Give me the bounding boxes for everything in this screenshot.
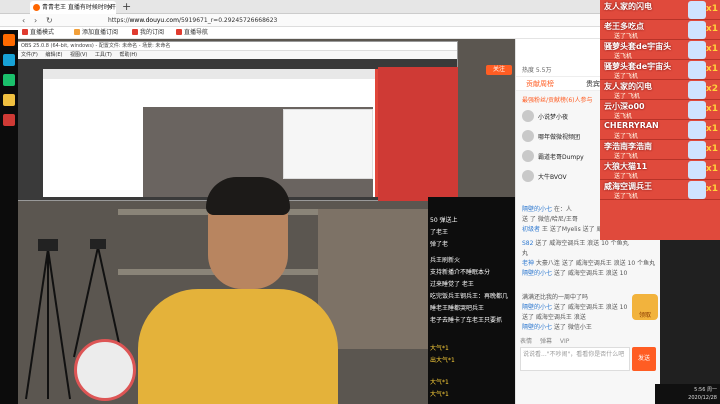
gift-icon <box>688 81 706 99</box>
chat-message: 丸 <box>522 250 529 257</box>
gift-banner: 云小深o00 送飞机 x1 <box>600 100 720 120</box>
viewer-count: 热度 5.5万 <box>522 67 552 74</box>
obs-menu: 文件(F) 编辑(E) 视图(V) 工具(T) 帮助(H) <box>18 51 457 59</box>
chat-message: 老神 大豪八连 送了 威海空调兵王 浪送 10 个鱼丸 <box>522 260 656 267</box>
gift-banner: CHERRYRAN 送了飞机 x1 <box>600 120 720 140</box>
game-icon[interactable] <box>3 114 15 126</box>
page-content: OBS 25.0.8 (64-bit, windows) - 配置文件: 未命名… <box>18 39 660 404</box>
bookmark-icon <box>74 29 80 35</box>
gift-banner: 李浩南李浩南 送了飞机 x1 <box>600 140 720 160</box>
bookmark-icon <box>22 29 28 35</box>
gift-banner: 友人家的闪电 送了 飞机 x2 <box>600 80 720 100</box>
browser-icon[interactable] <box>3 54 15 66</box>
echo-gift-column <box>378 67 458 201</box>
browser-tab[interactable]: 青青老王 直播有时候时时开 × <box>30 1 116 14</box>
chat-input[interactable]: 说说看..."不吵闹"，看看你是否什么吧 <box>520 347 630 371</box>
bookmark-icon <box>176 29 182 35</box>
tab-weekly-rank[interactable]: 贡献周榜 <box>526 79 554 89</box>
danmaku-line: 大气*1 <box>430 379 449 386</box>
refresh-icon[interactable]: ↻ <box>46 15 53 26</box>
inner-tabbar <box>43 69 423 79</box>
danmaku-line: 50 弹送上 <box>430 217 458 224</box>
folder-icon[interactable] <box>3 94 15 106</box>
back-icon[interactable]: ‹ <box>22 15 25 26</box>
danmaku-line: 吃完饭兵王钢兵王：再晚都几 <box>430 293 509 300</box>
gift-icon <box>688 21 706 39</box>
bookmark-icon <box>132 29 138 35</box>
danmaku-line: 了老王 <box>430 229 449 236</box>
bookmark-item[interactable]: 直播导航 <box>176 28 208 38</box>
gift-icon <box>688 101 706 119</box>
danmaku-line: 老子去睡卡了车老王只要抓 <box>430 317 503 324</box>
gift-banner: 骚萝头套de宇宙头 送了飞机 x1 <box>600 60 720 80</box>
bookmark-item[interactable]: 我的订阅 <box>132 28 164 38</box>
address-bar-row: ‹ › ↻ https://www.douyu.com/5919671_r=0.… <box>0 14 660 27</box>
clock-time: 5:56 周一 <box>694 387 717 393</box>
desktop: 青青老王 直播有时候时时开 × + ‹ › ↻ https://www.douy… <box>0 0 720 404</box>
gift-icon <box>688 181 706 199</box>
taskbar-clock[interactable]: 5:56 周一 2020/12/28 <box>655 384 720 404</box>
bookmark-item[interactable]: 直播模式 <box>22 28 54 38</box>
follow-button[interactable]: 关注 <box>486 65 512 75</box>
danmaku-line: 睡老王睡都哭吧兵王 <box>430 305 485 312</box>
url-path: /5919671_r=0.29245726668623 <box>178 17 278 24</box>
danmaku-line: 大气*1 <box>430 345 449 352</box>
douyu-icon[interactable] <box>3 34 15 46</box>
browser-window: 青青老王 直播有时候时时开 × + ‹ › ↻ https://www.douy… <box>0 0 660 404</box>
gift-icon <box>688 1 706 19</box>
chat-icon[interactable] <box>3 74 15 86</box>
chat-tools: 表情 弹幕 VIP <box>520 336 569 345</box>
gift-banner: 威海空调兵王 送了飞机 x1 <box>600 180 720 200</box>
chat-message: 隔壁的小七 送了 微信小王 <box>522 324 592 331</box>
danmaku-line: 出大气*1 <box>430 357 455 364</box>
tab-bar: 青青老王 直播有时候时时开 × + <box>0 0 660 14</box>
gift-banner: 友人家的闪电 x1 <box>600 0 720 20</box>
inner-chat <box>283 109 373 179</box>
send-button[interactable]: 发送 <box>632 347 656 371</box>
danmaku-line: 过来睡觉了 老王 <box>430 281 474 288</box>
danmaku-panel: 50 弹送上 了老王 弹了老 兵王刷新火 支持新播介不睡眠本分 过来睡觉了 老王… <box>428 197 515 404</box>
app-dock <box>0 30 18 404</box>
electric-fan <box>74 339 136 401</box>
danmaku-style-button[interactable]: 弹幕 <box>540 338 552 345</box>
avatar <box>522 130 534 142</box>
url-host: www.douyu.com <box>129 17 179 24</box>
avatar <box>522 110 534 122</box>
danmaku-line: 大气*1 <box>430 391 449 398</box>
clock-date: 2020/12/28 <box>688 395 717 401</box>
emoji-button[interactable]: 表情 <box>520 338 532 345</box>
streamer-hair <box>206 177 290 215</box>
gift-icon <box>688 61 706 79</box>
obs-title: OBS 25.0.8 (64-bit, windows) - 配置文件: 未命名… <box>18 42 457 51</box>
bookmark-item[interactable]: 添加直播订阅 <box>74 28 118 38</box>
stream-video[interactable]: OBS 25.0.8 (64-bit, windows) - 配置文件: 未命名… <box>18 39 515 404</box>
gift-overlay: 友人家的闪电 x1 老王多吃点 送了飞机 x1 骚萝头套de宇宙头 送飞机 x1 骚萝头套… <box>600 0 720 240</box>
streamer-jacket <box>138 289 338 404</box>
tab-close-icon[interactable]: × <box>107 1 113 14</box>
danmaku-line: 支持新播介不睡眠本分 <box>430 269 491 276</box>
new-tab-button[interactable]: + <box>122 0 131 13</box>
treasure-chest-button[interactable]: 领取 <box>632 294 658 320</box>
rank-title: 最强粉丝/贡献榜(6)人参与 <box>522 97 593 104</box>
avatar <box>522 150 534 162</box>
forward-icon[interactable]: › <box>34 15 37 26</box>
danmaku-line: 弹了老 <box>430 241 449 248</box>
gift-banner: 大狼大猫11 送了飞机 x1 <box>600 160 720 180</box>
gift-icon <box>688 121 706 139</box>
vip-button[interactable]: VIP <box>560 338 570 345</box>
bookmarks-bar: 直播模式 添加直播订阅 我的订阅 直播导航 <box>0 27 660 39</box>
chat-message: S82 送了 威海空调兵王 浪送 10 个鱼丸 <box>522 240 629 247</box>
gift-banner: 老王多吃点 送了飞机 x1 <box>600 20 720 40</box>
avatar <box>522 170 534 182</box>
url-input[interactable]: https://www.douyu.com/5919671_r=0.292457… <box>108 16 468 26</box>
douyu-favicon-icon <box>33 4 40 11</box>
tab-title: 青青老王 直播有时候时时开 <box>42 4 116 11</box>
danmaku-line: 兵王刷新火 <box>430 257 461 264</box>
url-prefix: https:// <box>108 17 130 24</box>
gift-icon <box>688 161 706 179</box>
gift-icon <box>688 41 706 59</box>
gift-banner: 骚萝头套de宇宙头 送飞机 x1 <box>600 40 720 60</box>
chat-message: 隔壁的小七 送了 威海空调兵王 浪送 10 <box>522 270 628 277</box>
gift-icon <box>688 141 706 159</box>
